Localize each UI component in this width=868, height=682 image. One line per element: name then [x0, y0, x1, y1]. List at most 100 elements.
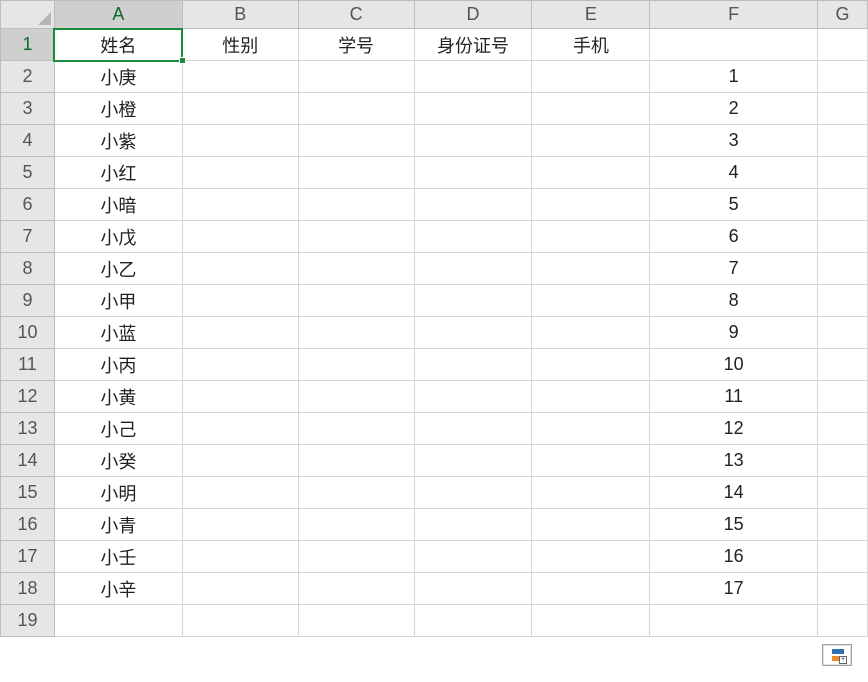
cell-E7[interactable] — [532, 221, 650, 253]
cell-A2[interactable]: 小庚 — [54, 61, 182, 93]
row-header-18[interactable]: 18 — [1, 573, 55, 605]
cell-F6[interactable]: 5 — [650, 189, 818, 221]
column-header-G[interactable]: G — [818, 1, 868, 29]
row-header-11[interactable]: 11 — [1, 349, 55, 381]
cell-E11[interactable] — [532, 349, 650, 381]
cell-D6[interactable] — [414, 189, 532, 221]
cell-A8[interactable]: 小乙 — [54, 253, 182, 285]
row-header-5[interactable]: 5 — [1, 157, 55, 189]
cell-A3[interactable]: 小橙 — [54, 93, 182, 125]
cell-F18[interactable]: 17 — [650, 573, 818, 605]
cell-A14[interactable]: 小癸 — [54, 445, 182, 477]
row-header-6[interactable]: 6 — [1, 189, 55, 221]
cell-A15[interactable]: 小明 — [54, 477, 182, 509]
cell-E15[interactable] — [532, 477, 650, 509]
cell-C1[interactable]: 学号 — [298, 29, 414, 61]
cell-A7[interactable]: 小戊 — [54, 221, 182, 253]
cell-B7[interactable] — [182, 221, 298, 253]
cell-E6[interactable] — [532, 189, 650, 221]
cell-C19[interactable] — [298, 605, 414, 637]
cell-F16[interactable]: 15 — [650, 509, 818, 541]
cell-D17[interactable] — [414, 541, 532, 573]
cell-G12[interactable] — [818, 381, 868, 413]
cell-C12[interactable] — [298, 381, 414, 413]
cell-E10[interactable] — [532, 317, 650, 349]
cell-G2[interactable] — [818, 61, 868, 93]
cell-A10[interactable]: 小蓝 — [54, 317, 182, 349]
row-header-1[interactable]: 1 — [1, 29, 55, 61]
cell-A12[interactable]: 小黄 — [54, 381, 182, 413]
row-header-17[interactable]: 17 — [1, 541, 55, 573]
cell-E17[interactable] — [532, 541, 650, 573]
cell-F14[interactable]: 13 — [650, 445, 818, 477]
cell-C13[interactable] — [298, 413, 414, 445]
cell-G9[interactable] — [818, 285, 868, 317]
column-header-B[interactable]: B — [182, 1, 298, 29]
cell-B15[interactable] — [182, 477, 298, 509]
row-header-14[interactable]: 14 — [1, 445, 55, 477]
column-header-D[interactable]: D — [414, 1, 532, 29]
cell-F15[interactable]: 14 — [650, 477, 818, 509]
cell-G16[interactable] — [818, 509, 868, 541]
cell-C16[interactable] — [298, 509, 414, 541]
cell-F7[interactable]: 6 — [650, 221, 818, 253]
cell-E12[interactable] — [532, 381, 650, 413]
cell-A4[interactable]: 小紫 — [54, 125, 182, 157]
cell-F11[interactable]: 10 — [650, 349, 818, 381]
cell-D2[interactable] — [414, 61, 532, 93]
row-header-7[interactable]: 7 — [1, 221, 55, 253]
cell-A1[interactable]: 姓名 — [54, 29, 182, 61]
cell-D10[interactable] — [414, 317, 532, 349]
column-header-F[interactable]: F — [650, 1, 818, 29]
cell-B11[interactable] — [182, 349, 298, 381]
row-header-16[interactable]: 16 — [1, 509, 55, 541]
cell-F10[interactable]: 9 — [650, 317, 818, 349]
cell-B13[interactable] — [182, 413, 298, 445]
cell-C6[interactable] — [298, 189, 414, 221]
cell-C7[interactable] — [298, 221, 414, 253]
cell-D19[interactable] — [414, 605, 532, 637]
column-header-C[interactable]: C — [298, 1, 414, 29]
cell-G6[interactable] — [818, 189, 868, 221]
cell-E1[interactable]: 手机 — [532, 29, 650, 61]
cell-A18[interactable]: 小辛 — [54, 573, 182, 605]
cell-C5[interactable] — [298, 157, 414, 189]
cell-G4[interactable] — [818, 125, 868, 157]
cell-G7[interactable] — [818, 221, 868, 253]
cell-E16[interactable] — [532, 509, 650, 541]
cell-B17[interactable] — [182, 541, 298, 573]
cell-D14[interactable] — [414, 445, 532, 477]
cell-C10[interactable] — [298, 317, 414, 349]
cell-F3[interactable]: 2 — [650, 93, 818, 125]
row-header-3[interactable]: 3 — [1, 93, 55, 125]
cell-D8[interactable] — [414, 253, 532, 285]
cell-D1[interactable]: 身份证号 — [414, 29, 532, 61]
cell-C11[interactable] — [298, 349, 414, 381]
cell-A5[interactable]: 小红 — [54, 157, 182, 189]
row-header-8[interactable]: 8 — [1, 253, 55, 285]
column-header-A[interactable]: A — [54, 1, 182, 29]
cell-D5[interactable] — [414, 157, 532, 189]
cell-F17[interactable]: 16 — [650, 541, 818, 573]
cell-E3[interactable] — [532, 93, 650, 125]
cell-D7[interactable] — [414, 221, 532, 253]
row-header-12[interactable]: 12 — [1, 381, 55, 413]
cell-D4[interactable] — [414, 125, 532, 157]
cell-G14[interactable] — [818, 445, 868, 477]
cell-F19[interactable] — [650, 605, 818, 637]
cell-B19[interactable] — [182, 605, 298, 637]
cell-F12[interactable]: 11 — [650, 381, 818, 413]
cell-B2[interactable] — [182, 61, 298, 93]
cell-C17[interactable] — [298, 541, 414, 573]
cell-F5[interactable]: 4 — [650, 157, 818, 189]
cell-D15[interactable] — [414, 477, 532, 509]
cell-B14[interactable] — [182, 445, 298, 477]
row-header-13[interactable]: 13 — [1, 413, 55, 445]
cell-A13[interactable]: 小己 — [54, 413, 182, 445]
cell-C9[interactable] — [298, 285, 414, 317]
cell-A6[interactable]: 小暗 — [54, 189, 182, 221]
cell-E19[interactable] — [532, 605, 650, 637]
row-header-10[interactable]: 10 — [1, 317, 55, 349]
cell-D12[interactable] — [414, 381, 532, 413]
cell-G18[interactable] — [818, 573, 868, 605]
